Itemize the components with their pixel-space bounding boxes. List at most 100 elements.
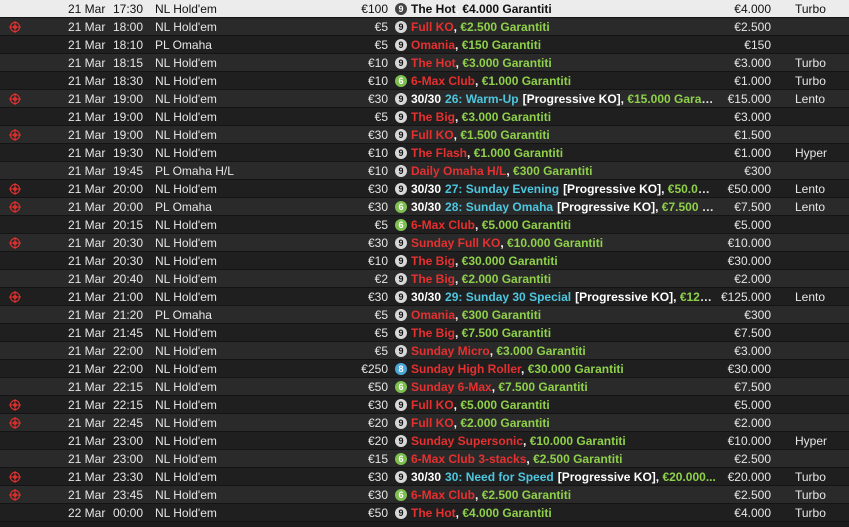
- start-date: 21 Mar: [68, 254, 106, 268]
- tournament-row[interactable]: 21 Mar 19:00 NL Hold'em €5 9 The Big, €3…: [0, 108, 849, 126]
- tournament-row[interactable]: 21 Mar 21:20 PL Omaha €5 9 Omania, €300 …: [0, 306, 849, 324]
- game-type: NL Hold'em: [155, 344, 217, 358]
- tournament-description: 30/30 30: Need for Speed [Progressive KO],…: [411, 468, 716, 485]
- start-date: 21 Mar: [68, 308, 106, 322]
- buy-in: €5: [374, 218, 388, 232]
- tournament-row[interactable]: 21 Mar 20:00 NL Hold'em €30 9 30/30 27: S…: [0, 180, 849, 198]
- tournament-row[interactable]: 21 Mar 20:30 NL Hold'em €10 9 The Big, €…: [0, 252, 849, 270]
- tournament-row[interactable]: 21 Mar 23:30 NL Hold'em €30 9 30/30 30: N…: [0, 468, 849, 486]
- tournament-row[interactable]: 21 Mar 22:15 NL Hold'em €50 6 Sunday 6-M…: [0, 378, 849, 396]
- buy-in: €10: [367, 74, 388, 88]
- tournament-name: 30: Need for Speed: [445, 470, 554, 484]
- buy-in: €30: [367, 488, 388, 502]
- guarantee-text: €2.000 Garantiti: [460, 416, 550, 430]
- speed-label: Lento: [795, 290, 826, 304]
- name-separator: ,: [673, 290, 680, 304]
- ko-target-icon: [9, 93, 21, 105]
- tournament-row[interactable]: 21 Mar 17:30 NL Hold'em €100 9 The Hot, …: [0, 0, 849, 18]
- speed-label: Turbo: [795, 506, 826, 520]
- prize-pool: €1.500: [734, 128, 771, 142]
- start-time: 22:00: [113, 344, 144, 358]
- tournament-description: Sunday Micro, €3.000 Garantiti: [411, 342, 716, 359]
- guarantee-text: €7.500 Garantiti: [498, 380, 588, 394]
- start-date: 21 Mar: [68, 398, 106, 412]
- game-type: NL Hold'em: [155, 290, 217, 304]
- tournament-row[interactable]: 21 Mar 19:45 PL Omaha H/L €10 9 Daily Om…: [0, 162, 849, 180]
- tournament-description: 6-Max Club, €1.000 Garantiti: [411, 72, 716, 89]
- table-size-icon: 9: [395, 273, 407, 285]
- name-separator: ,: [455, 308, 462, 322]
- table-size-icon: 9: [395, 183, 407, 195]
- start-time: 20:30: [113, 236, 144, 250]
- prize-pool: €10.000: [727, 434, 771, 448]
- tournament-description: 6-Max Club, €5.000 Garantiti: [411, 216, 716, 233]
- buy-in: €50: [367, 380, 388, 394]
- game-type: NL Hold'em: [155, 416, 217, 430]
- table-size-icon: 9: [395, 435, 407, 447]
- tournament-row[interactable]: 21 Mar 18:00 NL Hold'em €5 9 Full KO, €2…: [0, 18, 849, 36]
- tournament-name: Omania: [411, 308, 456, 322]
- tournament-row[interactable]: 21 Mar 20:30 NL Hold'em €30 9 Sunday Ful…: [0, 234, 849, 252]
- buy-in: €30: [367, 182, 388, 196]
- ko-target-icon: [9, 21, 21, 33]
- game-type: PL Omaha: [155, 308, 212, 322]
- tournament-row[interactable]: 21 Mar 19:30 NL Hold'em €10 9 The Flash,…: [0, 144, 849, 162]
- guarantee-text: €1.000 Garantiti: [473, 146, 564, 160]
- tournament-name: 6-Max Club 3-stacks: [411, 452, 527, 466]
- tournament-row[interactable]: 21 Mar 21:45 NL Hold'em €5 9 The Big, €7…: [0, 324, 849, 342]
- buy-in: €5: [374, 326, 388, 340]
- level-prefix: 30/30: [411, 470, 442, 484]
- tournament-name: Daily Omaha H/L: [411, 164, 507, 178]
- buy-in: €30: [367, 398, 388, 412]
- tournament-row[interactable]: 21 Mar 23:00 NL Hold'em €20 9 Sunday Sup…: [0, 432, 849, 450]
- game-type: NL Hold'em: [155, 92, 217, 106]
- tournament-row[interactable]: 21 Mar 23:45 NL Hold'em €30 6 6-Max Club…: [0, 486, 849, 504]
- buy-in: €15: [367, 452, 388, 466]
- guarantee-text: €30.000 Garantiti: [461, 254, 558, 268]
- start-time: 19:00: [113, 92, 144, 106]
- game-type: PL Omaha H/L: [155, 164, 234, 178]
- buy-in: €5: [374, 110, 388, 124]
- tournament-row[interactable]: 21 Mar 21:00 NL Hold'em €30 9 30/30 29: S…: [0, 288, 849, 306]
- tournament-row[interactable]: 21 Mar 22:00 NL Hold'em €5 9 Sunday Micr…: [0, 342, 849, 360]
- tournament-row[interactable]: 21 Mar 20:40 NL Hold'em €2 9 The Big, €2…: [0, 270, 849, 288]
- prize-pool: €30.000: [727, 362, 771, 376]
- buy-in: €2: [374, 272, 388, 286]
- tournament-row[interactable]: 21 Mar 20:00 PL Omaha €30 6 30/30 28: Sun…: [0, 198, 849, 216]
- tournament-row[interactable]: 21 Mar 23:00 NL Hold'em €15 6 6-Max Club…: [0, 450, 849, 468]
- tournament-row[interactable]: 21 Mar 19:00 NL Hold'em €30 9 30/30 26: W…: [0, 90, 849, 108]
- table-size-icon: 9: [395, 111, 407, 123]
- tournament-row[interactable]: 21 Mar 22:00 NL Hold'em €250 8 Sunday Hi…: [0, 360, 849, 378]
- buy-in: €100: [361, 2, 388, 16]
- tournament-row[interactable]: 21 Mar 22:45 NL Hold'em €20 9 Full KO, €…: [0, 414, 849, 432]
- tournament-name: Full KO: [411, 398, 454, 412]
- speed-label: Turbo: [795, 470, 826, 484]
- speed-label: Turbo: [795, 488, 826, 502]
- tournament-name: Sunday Micro: [411, 344, 490, 358]
- tournament-row[interactable]: 21 Mar 20:15 NL Hold'em €5 6 6-Max Club,…: [0, 216, 849, 234]
- prize-pool: €150: [744, 38, 771, 52]
- ko-target-icon: [9, 489, 21, 501]
- start-time: 21:20: [113, 308, 144, 322]
- tournament-name: Full KO: [411, 20, 454, 34]
- speed-label: Turbo: [795, 56, 826, 70]
- speed-label: Lento: [795, 200, 826, 214]
- table-size-icon: 6: [395, 201, 407, 213]
- tournament-row[interactable]: 22 Mar 00:00 NL Hold'em €50 9 The Hot, €…: [0, 504, 849, 522]
- start-date: 21 Mar: [68, 56, 106, 70]
- start-date: 21 Mar: [68, 20, 106, 34]
- tournament-row[interactable]: 21 Mar 22:15 NL Hold'em €30 9 Full KO, €…: [0, 396, 849, 414]
- table-size-icon: 9: [395, 417, 407, 429]
- game-type: NL Hold'em: [155, 74, 217, 88]
- game-type: NL Hold'em: [155, 488, 217, 502]
- tournament-row[interactable]: 21 Mar 19:00 NL Hold'em €30 9 Full KO, €…: [0, 126, 849, 144]
- name-separator: ,: [661, 182, 668, 196]
- start-time: 19:45: [113, 164, 144, 178]
- prize-pool: €2.500: [734, 488, 771, 502]
- tournament-row[interactable]: 21 Mar 18:15 NL Hold'em €10 9 The Hot, €…: [0, 54, 849, 72]
- tournament-row[interactable]: 21 Mar 18:30 NL Hold'em €10 6 6-Max Club…: [0, 72, 849, 90]
- tournament-row[interactable]: 21 Mar 18:10 PL Omaha €5 9 Omania, €150 …: [0, 36, 849, 54]
- name-separator: ,: [475, 218, 482, 232]
- buy-in: €30: [367, 290, 388, 304]
- prize-pool: €2.500: [734, 452, 771, 466]
